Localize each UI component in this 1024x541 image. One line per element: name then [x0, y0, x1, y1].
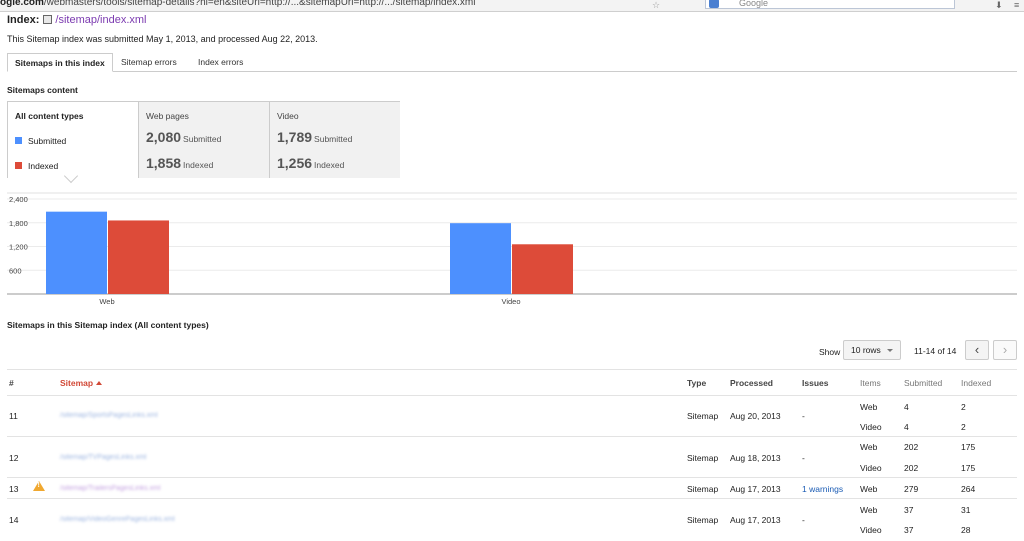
- chevron-right-icon: ›: [1002, 342, 1008, 357]
- chevron-left-icon: ‹: [974, 342, 980, 357]
- sitemaps-table-title: Sitemaps in this Sitemap index (All cont…: [7, 320, 209, 330]
- col-header-indexed: Indexed: [961, 378, 992, 388]
- col-header-issues[interactable]: Issues: [802, 378, 828, 388]
- legend-submitted: Submitted: [15, 136, 66, 146]
- sitemap-link[interactable]: /sitemap/TrailersPagesLinks.xml: [60, 485, 161, 492]
- submitted-swatch: [15, 137, 22, 144]
- video-indexed: 1,256 Indexed: [277, 155, 345, 171]
- bar-submitted-video: [450, 223, 511, 294]
- download-icon[interactable]: ⬇: [995, 0, 1003, 11]
- bar-indexed-web: [108, 220, 169, 294]
- index-sitemap-link[interactable]: /sitemap/index.xml: [55, 14, 146, 26]
- web-indexed: 1,858 Indexed: [146, 155, 214, 171]
- warning-icon: [33, 481, 45, 491]
- y-tick-label: 600: [9, 266, 22, 275]
- browser-address-bar[interactable]: ogle.com/webmasters/tools/sitemap-detail…: [0, 0, 1024, 12]
- video-submitted: 1,789 Submitted: [277, 129, 353, 145]
- indexed-swatch: [15, 162, 22, 169]
- pagination-range: 11-14 of 14: [914, 346, 957, 356]
- bar-submitted-web: [46, 211, 107, 294]
- sitemaps-content-title: Sitemaps content: [7, 85, 78, 95]
- sort-ascending-icon: [96, 381, 103, 385]
- menu-icon[interactable]: ≡: [1014, 0, 1019, 10]
- y-tick-label: 1,200: [9, 243, 28, 252]
- google-search-icon: [709, 0, 719, 8]
- index-subtitle: This Sitemap index was submitted May 1, …: [7, 34, 318, 44]
- all-content-types-column[interactable]: All content types Submitted Indexed: [8, 102, 138, 178]
- video-column[interactable]: Video 1,789 Submitted 1,256 Indexed: [269, 102, 400, 178]
- bookmark-star-icon[interactable]: ☆: [652, 0, 660, 11]
- y-tick-label: 1,800: [9, 219, 28, 228]
- web-submitted: 2,080 Submitted: [146, 129, 222, 145]
- browser-search-box[interactable]: Google: [705, 0, 955, 9]
- sitemap-link[interactable]: /sitemap/TVPagesLinks.xml: [60, 454, 146, 461]
- show-label: Show: [819, 347, 841, 357]
- tab-bar: Sitemaps in this index Sitemap errors In…: [7, 53, 1017, 72]
- address-url[interactable]: ogle.com/webmasters/tools/sitemap-detail…: [0, 0, 475, 8]
- warnings-link[interactable]: 1 warnings: [802, 484, 843, 494]
- index-title: Index:/sitemap/index.xml: [7, 14, 147, 26]
- tab-sitemaps-in-index[interactable]: Sitemaps in this index: [7, 53, 113, 72]
- y-tick-label: 2,400: [9, 195, 28, 204]
- col-header-processed[interactable]: Processed: [730, 378, 773, 388]
- tab-index-errors[interactable]: Index errors: [191, 53, 250, 72]
- col-header-submitted: Submitted: [904, 378, 943, 388]
- web-pages-column[interactable]: Web pages 2,080 Submitted 1,858 Indexed: [138, 102, 269, 178]
- col-header-number: #: [9, 378, 14, 388]
- table-header-divider: [7, 395, 1017, 396]
- col-header-items: Items: [860, 378, 881, 388]
- rows-per-page-select[interactable]: 10 rows: [843, 340, 901, 360]
- col-header-sitemap[interactable]: Sitemap: [60, 378, 103, 388]
- legend-indexed: Indexed: [15, 161, 58, 171]
- previous-page-button[interactable]: ‹: [965, 340, 989, 360]
- next-page-button[interactable]: ›: [993, 340, 1017, 360]
- col-header-type[interactable]: Type: [687, 378, 706, 388]
- sitemap-link[interactable]: /sitemap/SportsPagesLinks.xml: [60, 412, 158, 419]
- chevron-down-icon: [887, 349, 893, 352]
- tab-sitemap-errors[interactable]: Sitemap errors: [114, 53, 184, 72]
- content-summary: All content types Submitted Indexed Web …: [7, 101, 400, 178]
- table-top-divider: [7, 369, 1017, 370]
- document-icon: [43, 15, 53, 24]
- sitemaps-bar-chart: 600 1,200 1,800 2,400 Web Video: [7, 192, 1017, 306]
- x-tick-label: Web: [99, 297, 114, 306]
- x-tick-label: Video: [501, 297, 520, 306]
- bar-indexed-video: [512, 244, 573, 294]
- sitemap-link[interactable]: /sitemap/VideoGenrePagesLinks.xml: [60, 516, 175, 523]
